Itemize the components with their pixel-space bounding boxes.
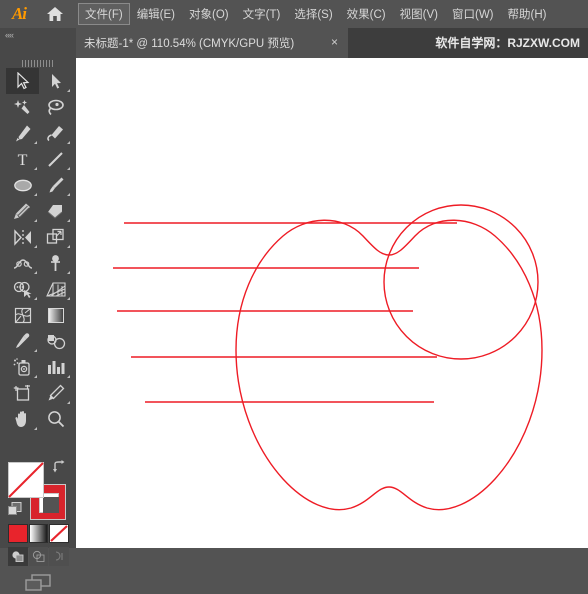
tab-bar-left-gutter: ««: [0, 28, 76, 58]
tool-flyout-indicator: [67, 141, 70, 144]
color-swatch-button[interactable]: [8, 524, 28, 543]
fill-stroke-controls: [8, 460, 70, 520]
rotate-reflect-tool[interactable]: [6, 224, 39, 250]
tool-flyout-indicator: [34, 297, 37, 300]
menu-item-select[interactable]: 选择(S): [287, 3, 339, 25]
none-swatch-button[interactable]: [49, 524, 69, 543]
blend-tool[interactable]: [39, 328, 72, 354]
menu-item-type[interactable]: 文字(T): [236, 3, 288, 25]
tool-flyout-indicator: [34, 219, 37, 222]
scale-tool[interactable]: [39, 224, 72, 250]
menu-item-file[interactable]: 文件(F): [78, 3, 130, 25]
apple-blob-path[interactable]: [235, 219, 543, 511]
tool-flyout-indicator: [34, 349, 37, 352]
menu-item-object[interactable]: 对象(O): [182, 3, 236, 25]
close-icon[interactable]: ×: [331, 35, 338, 49]
perspective-grid-tool[interactable]: [39, 276, 72, 302]
direct-selection-tool[interactable]: [39, 68, 72, 94]
blob-brush-tool[interactable]: [6, 198, 39, 224]
illustrator-window: Ai 文件(F) 编辑(E) 对象(O) 文字(T) 选择(S) 效果(C) 视…: [0, 0, 588, 591]
color-mode-buttons: [8, 524, 70, 544]
fill-swatch[interactable]: [8, 462, 44, 498]
tool-flyout-indicator: [34, 375, 37, 378]
document-tab[interactable]: 未标题-1* @ 110.54% (CMYK/GPU 预览) ×: [76, 28, 348, 58]
default-fill-stroke-icon[interactable]: [8, 502, 22, 516]
tool-flyout-indicator: [34, 271, 37, 274]
lasso-tool[interactable]: [39, 94, 72, 120]
app-logo-icon: Ai: [11, 4, 27, 23]
menu-item-edit[interactable]: 编辑(E): [130, 3, 182, 25]
tools-panel: T: [0, 58, 76, 591]
tool-flyout-indicator: [34, 167, 37, 170]
menu-item-view[interactable]: 视图(V): [393, 3, 445, 25]
change-screen-mode-button[interactable]: [22, 572, 54, 594]
collapse-panel-icon[interactable]: ««: [5, 30, 14, 40]
tool-flyout-indicator: [34, 193, 37, 196]
menu-item-help[interactable]: 帮助(H): [501, 3, 554, 25]
gradient-tool[interactable]: [39, 302, 72, 328]
tool-flyout-indicator: [67, 297, 70, 300]
curvature-tool[interactable]: [39, 120, 72, 146]
column-graph-tool[interactable]: [39, 354, 72, 380]
eraser-tool[interactable]: [39, 198, 72, 224]
document-tab-bar: «« 未标题-1* @ 110.54% (CMYK/GPU 预览) × 软件自学…: [0, 28, 588, 58]
zoom-tool[interactable]: [39, 406, 72, 432]
paintbrush-tool[interactable]: [39, 172, 72, 198]
tool-flyout-indicator: [67, 193, 70, 196]
tool-flyout-indicator: [67, 375, 70, 378]
selection-tool[interactable]: [6, 68, 39, 94]
tool-flyout-indicator: [34, 245, 37, 248]
tool-flyout-indicator: [67, 219, 70, 222]
no-fill-slash-icon: [8, 462, 44, 498]
watermark-text: 软件自学网：RJZXW.COM: [435, 36, 580, 50]
slice-tool[interactable]: [39, 380, 72, 406]
home-icon[interactable]: [38, 0, 72, 28]
free-transform-tool[interactable]: [39, 250, 72, 276]
stroke-swatch-center: [43, 497, 59, 513]
tool-flyout-indicator: [67, 89, 70, 92]
pen-tool[interactable]: [6, 120, 39, 146]
tool-flyout-indicator: [67, 271, 70, 274]
draw-normal-button[interactable]: [8, 547, 28, 566]
line-segment-tool[interactable]: [39, 146, 72, 172]
tool-flyout-indicator: [67, 167, 70, 170]
menu-item-window[interactable]: 窗口(W): [445, 3, 501, 25]
document-canvas[interactable]: [76, 58, 588, 548]
width-tool[interactable]: [6, 250, 39, 276]
menu-item-list: 文件(F) 编辑(E) 对象(O) 文字(T) 选择(S) 效果(C) 视图(V…: [78, 3, 553, 25]
menu-item-effect[interactable]: 效果(C): [340, 3, 393, 25]
circle-path[interactable]: [383, 204, 539, 360]
panel-drag-handle[interactable]: [22, 60, 54, 67]
tool-flyout-indicator: [67, 401, 70, 404]
artwork-svg: [113, 204, 543, 511]
tool-flyout-indicator: [67, 245, 70, 248]
draw-behind-button[interactable]: [28, 547, 49, 566]
svg-text:T: T: [18, 152, 28, 168]
artboard-tool[interactable]: [6, 380, 39, 406]
draw-inside-button[interactable]: [49, 547, 70, 566]
gradient-swatch-button[interactable]: [28, 524, 48, 543]
symbol-sprayer-tool[interactable]: [6, 354, 39, 380]
hand-tool[interactable]: [6, 406, 39, 432]
eyedropper-tool[interactable]: [6, 328, 39, 354]
mesh-tool[interactable]: [6, 302, 39, 328]
tool-flyout-indicator: [34, 427, 37, 430]
type-tool[interactable]: T: [6, 146, 39, 172]
menu-bar: Ai 文件(F) 编辑(E) 对象(O) 文字(T) 选择(S) 效果(C) 视…: [0, 0, 588, 28]
draw-mode-buttons: [8, 547, 70, 567]
magic-wand-tool[interactable]: [6, 94, 39, 120]
tool-flyout-indicator: [34, 141, 37, 144]
tool-grid: T: [6, 68, 72, 432]
ellipse-tool[interactable]: [6, 172, 39, 198]
swap-fill-stroke-icon[interactable]: [52, 460, 66, 476]
shape-builder-tool[interactable]: [6, 276, 39, 302]
document-tab-title: 未标题-1* @ 110.54% (CMYK/GPU 预览): [84, 38, 295, 50]
